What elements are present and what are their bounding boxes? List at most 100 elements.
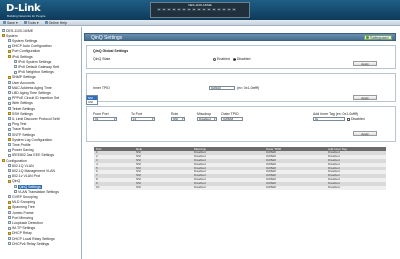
sidebar-item-label: Power Saving	[12, 148, 34, 153]
save-menu[interactable]: Save ▾	[3, 21, 18, 25]
sidebar-item-label: SNMP Settings	[12, 75, 36, 80]
sidebar-item-label: IM-TP Settings	[12, 226, 36, 231]
folder-icon	[2, 34, 5, 38]
page-icon	[8, 169, 11, 173]
port-icon	[157, 8, 161, 11]
sidebar-item-label: Trace Route	[12, 127, 32, 132]
folder-icon	[8, 179, 11, 183]
page-icon	[8, 211, 11, 214]
page-icon	[8, 133, 11, 136]
safeguard-button[interactable]: Safeguard	[364, 35, 392, 40]
save-icon	[3, 21, 6, 24]
qinq-port-table: Port Role Miscdrop Outer TPID Add Inner …	[94, 147, 386, 190]
to-port-label: To Port	[131, 112, 143, 116]
sidebar-item-label: 802.1Q Management VLAN	[12, 168, 55, 173]
port-icon	[212, 8, 216, 11]
sidebar-item-label: System Log Configuration	[12, 137, 53, 142]
page-icon	[8, 107, 11, 110]
role-option-uni[interactable]: UNI	[87, 100, 97, 104]
port-icon	[192, 8, 196, 11]
page-icon	[8, 101, 11, 105]
sidebar-item-label: Jumbo Frame	[12, 210, 34, 215]
help-icon	[44, 21, 48, 24]
port-row	[157, 8, 236, 11]
page-icon	[8, 242, 11, 246]
save-menu-label: Save	[7, 20, 15, 25]
page-icon	[8, 91, 11, 95]
from-port-select[interactable]: 01	[93, 117, 117, 121]
chevron-down-icon: ▾	[36, 20, 39, 25]
global-settings-section: QinQ Global Settings QinQ State Enabled …	[86, 45, 396, 69]
tpid-apply-button[interactable]: Apply	[353, 95, 377, 100]
port-apply-button[interactable]: Apply	[353, 131, 377, 136]
page-icon	[14, 185, 17, 188]
page-icon	[8, 117, 11, 121]
sidebar-item-label: VLAN Translation Settings	[18, 189, 59, 194]
page-icon	[14, 190, 17, 194]
port-icon	[187, 8, 191, 11]
cell-port: 10	[96, 185, 100, 190]
page-icon	[8, 96, 11, 100]
disabled-label: Disabled	[236, 57, 251, 61]
page-title: QinQ Settings	[91, 35, 123, 41]
sidebar-item-label: GVRP Snooping	[12, 194, 38, 199]
port-icon	[222, 8, 226, 11]
safeguard-label: Safeguard	[370, 35, 389, 40]
sidebar-item-label: IEEE802.3az EEE Settings	[12, 153, 55, 158]
main-content: QinQ Settings Safeguard QinQ Global Sett…	[84, 28, 398, 257]
sidebar-item-label: QinQ	[12, 179, 21, 184]
table-row: 10 NNI Disabled 0x88a8 Disabled	[94, 185, 386, 190]
miscdrop-select[interactable]: Disabled	[197, 117, 217, 121]
from-port-label: From Port	[93, 112, 109, 116]
port-icon	[177, 8, 181, 11]
page-icon	[8, 237, 11, 240]
page-icon	[2, 29, 5, 32]
port-icon	[197, 8, 201, 11]
chevron-down-icon: ▾	[15, 20, 18, 25]
inner-tpid-hint: (ex: 0x1-0xffff)	[237, 86, 260, 90]
sidebar-item-label: MLD Snooping	[12, 200, 36, 205]
tools-menu[interactable]: Tools ▾	[23, 20, 39, 25]
sidebar-item-label: 802.1v VLAN Prot	[12, 174, 41, 179]
folder-icon	[8, 231, 11, 235]
sidebar-item-label: IL Limit Discover Protocol Setti	[12, 116, 60, 121]
device-model: DES-1100-16/ME	[188, 3, 212, 7]
inner-tpid-section: Inner TPID 0x8100 (ex: 0x1-0xffff) Apply	[86, 73, 396, 102]
to-port-select[interactable]: 12	[131, 117, 155, 121]
role-select[interactable]: NNI	[171, 117, 185, 121]
outer-tpid-input[interactable]: 0x88A8	[221, 117, 243, 121]
page-icon	[8, 81, 11, 84]
port-icon	[202, 8, 206, 11]
add-inner-tag-checkbox[interactable]	[347, 117, 350, 121]
global-apply-button[interactable]: Apply	[353, 61, 377, 66]
add-inner-tag-input[interactable]: 0x	[313, 117, 345, 121]
device-panel-image: DES-1100-16/ME	[150, 2, 250, 18]
safeguard-icon	[366, 36, 369, 39]
page-icon	[14, 65, 17, 69]
sidebar-item-label: DHCP Local Relay Settings	[12, 236, 55, 241]
page-icon	[8, 164, 11, 168]
inner-tpid-input[interactable]: 0x8100	[209, 86, 235, 90]
page-icon	[8, 153, 11, 157]
navigation-tree: DES-1100-16/ME System System Settings DHCP …	[0, 27, 82, 259]
enabled-radio[interactable]	[213, 57, 216, 61]
sidebar-item-label: IPv6 Neighbor Settings	[18, 70, 54, 75]
page-icon	[8, 122, 11, 126]
sidebar-item-label: DHCP Auto Configuration	[12, 44, 52, 49]
sidebar-item-label: QinQ Settings	[18, 184, 42, 189]
sidebar-item[interactable]: DHCPv6 Relay Settings	[8, 241, 49, 246]
folder-icon	[8, 200, 11, 204]
qinq-state-options: Enabled Disabled	[213, 57, 250, 61]
cell-role: NNI	[136, 185, 142, 190]
sidebar-item-label: DES-1100-16/ME	[6, 28, 34, 33]
outer-tpid-label: Outer TPID	[221, 112, 239, 116]
page-icon	[8, 216, 11, 220]
sidebar-item-label: System Settings	[12, 38, 38, 43]
brand-tagline: Building Networks for People	[7, 14, 46, 18]
port-icon	[217, 8, 221, 11]
online-help-menu[interactable]: Online Help	[44, 21, 67, 25]
role-dropdown-list: NNI UNI	[86, 95, 98, 105]
sidebar-item-label: Port Mirroring	[12, 215, 34, 220]
disabled-radio[interactable]	[232, 57, 236, 61]
page-icon	[8, 39, 11, 43]
